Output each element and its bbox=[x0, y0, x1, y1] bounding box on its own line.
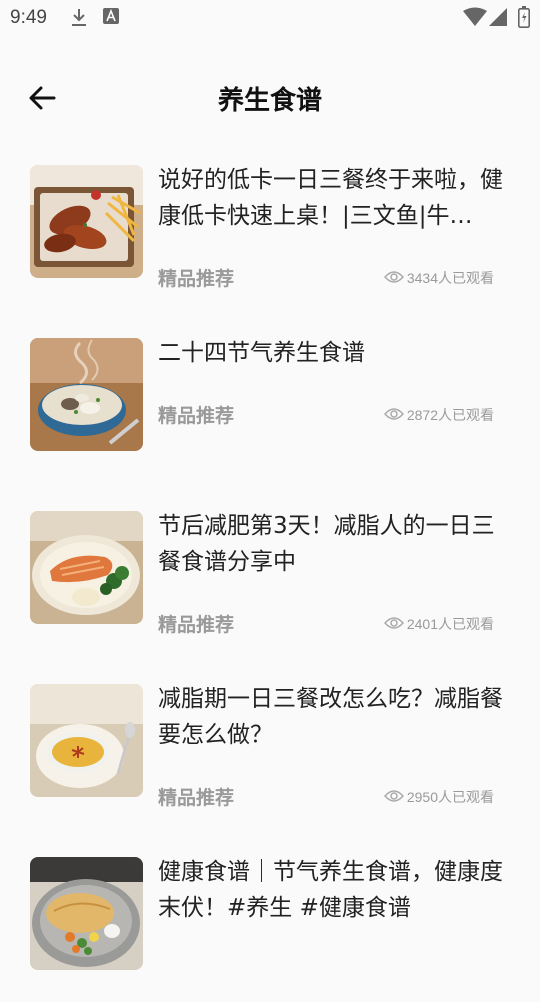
view-count-text: 2872人已观看 bbox=[406, 407, 494, 423]
header: 养生食谱 bbox=[0, 60, 540, 132]
recipe-title: 说好的低卡一日三餐终于来啦，健康低卡快速上桌！|三文鱼|牛… bbox=[158, 167, 503, 229]
view-count-text: 2401人已观看 bbox=[406, 616, 494, 632]
recipe-thumbnail-soup-bowl bbox=[30, 338, 143, 451]
recipe-thumbnail-chicken-wings bbox=[30, 165, 143, 278]
recipe-tag: 精品推荐 bbox=[158, 787, 235, 809]
recipe-title: 减脂期一日三餐改怎么吃？减脂餐要怎么做？ bbox=[158, 686, 503, 748]
eye-icon bbox=[383, 789, 404, 806]
signal-icon bbox=[489, 8, 507, 30]
page-title: 养生食谱 bbox=[217, 86, 322, 116]
view-count: 3434人已观看 bbox=[383, 268, 494, 288]
recipe-tag: 精品推荐 bbox=[158, 614, 235, 636]
recipe-tag: 精品推荐 bbox=[158, 268, 235, 290]
view-count: 2872人已观看 bbox=[383, 405, 494, 425]
recipe-title: 节后减肥第3天！减脂人的一日三餐食谱分享中 bbox=[158, 513, 495, 575]
view-count: 2950人已观看 bbox=[383, 787, 494, 807]
status-time: 9:49 bbox=[10, 7, 47, 28]
recipe-title: 二十四节气养生食谱 bbox=[158, 340, 365, 366]
battery-icon bbox=[518, 6, 530, 32]
view-count-text: 2950人已观看 bbox=[406, 789, 494, 805]
recipe-title: 健康食谱｜节气养生食谱，健康度末伏！#养生 #健康食谱 bbox=[158, 859, 503, 921]
recipe-item[interactable]: 说好的低卡一日三餐终于来啦，健康低卡快速上桌！|三文鱼|牛… 精品推荐 3434… bbox=[0, 160, 540, 310]
recipe-thumbnail-omelette bbox=[30, 857, 143, 970]
recipe-thumbnail-egg-soup bbox=[30, 684, 143, 797]
recipe-tag: 精品推荐 bbox=[158, 405, 235, 427]
recipe-item[interactable]: 减脂期一日三餐改怎么吃？减脂餐要怎么做？ 精品推荐 2950人已观看 bbox=[0, 679, 540, 829]
view-count-text: 3434人已观看 bbox=[406, 270, 494, 286]
recipe-item[interactable]: 二十四节气养生食谱 精品推荐 2872人已观看 bbox=[0, 333, 540, 483]
eye-icon bbox=[383, 270, 404, 287]
eye-icon bbox=[383, 616, 404, 633]
eye-icon bbox=[383, 407, 404, 424]
recipe-item[interactable]: 节后减肥第3天！减脂人的一日三餐食谱分享中 精品推荐 2401人已观看 bbox=[0, 506, 540, 656]
status-bar: 9:49 bbox=[0, 0, 540, 36]
wifi-icon bbox=[463, 7, 487, 31]
view-count: 2401人已观看 bbox=[383, 614, 494, 634]
download-icon bbox=[70, 8, 88, 32]
recipe-thumbnail-salmon-plate bbox=[30, 511, 143, 624]
recipe-item[interactable]: 健康食谱｜节气养生食谱，健康度末伏！#养生 #健康食谱 bbox=[0, 852, 540, 1002]
font-icon bbox=[103, 8, 119, 28]
